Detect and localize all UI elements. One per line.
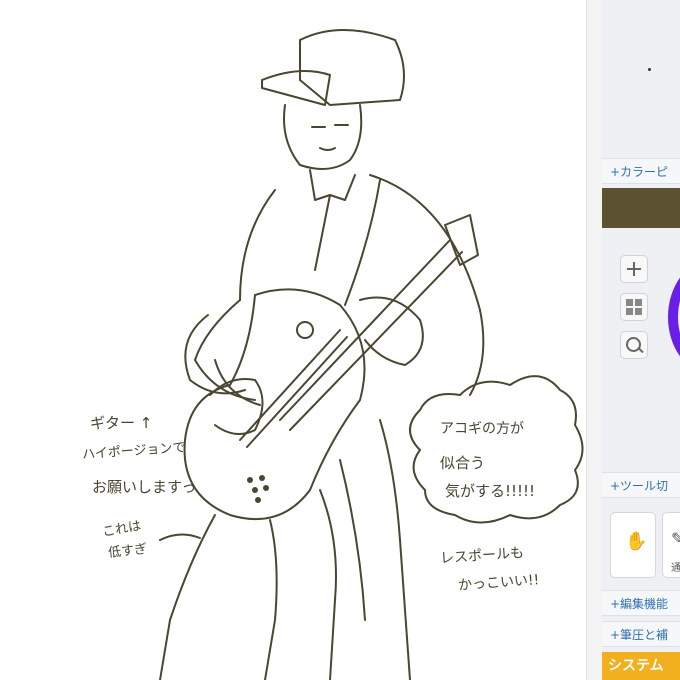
zoom-icon[interactable]	[620, 331, 648, 359]
tool-switch-header[interactable]: +ツール切	[602, 472, 680, 498]
selected-color-swatch[interactable]	[602, 188, 680, 228]
annotation-acoustic-3: 気がする!!!!!	[445, 482, 536, 500]
grid-icon[interactable]	[620, 293, 648, 321]
drawing-canvas[interactable]: ギター ↑ ハイポージョンで お願いしますっ これは 低すぎ アコギの方が 似合…	[0, 0, 586, 680]
hand-icon: ✋	[625, 531, 648, 552]
brush-size-preview	[648, 68, 651, 71]
edit-features-header[interactable]: +編集機能	[602, 590, 680, 616]
annotation-guitar-1: ギター ↑	[90, 414, 153, 432]
annotation-small-2: 低すぎ	[107, 541, 148, 561]
annotation-acoustic-2: 似合う	[440, 454, 486, 472]
add-layer-icon[interactable]	[620, 255, 648, 283]
canvas-scrollbar[interactable]	[586, 0, 602, 680]
pen-tool-card[interactable]: ✎ 通	[662, 512, 680, 578]
annotation-acoustic-1: アコギの方が	[440, 421, 524, 437]
pressure-correction-header[interactable]: +筆圧と補	[602, 621, 680, 647]
tool-card-label: 通	[671, 563, 680, 574]
color-picker-header[interactable]: +カラーピ	[602, 158, 680, 184]
system-menu[interactable]: システム	[602, 652, 680, 680]
hand-tool-card[interactable]: ✋	[610, 512, 656, 578]
color-wheel[interactable]	[668, 262, 680, 372]
tool-panel: +カラーピ +ツール切 ✋ ✎ 通 +編集機能 +筆圧と補 システム	[602, 0, 680, 680]
pen-icon: ✎	[671, 529, 680, 548]
annotation-guitar-3: お願いしますっ	[92, 478, 197, 496]
